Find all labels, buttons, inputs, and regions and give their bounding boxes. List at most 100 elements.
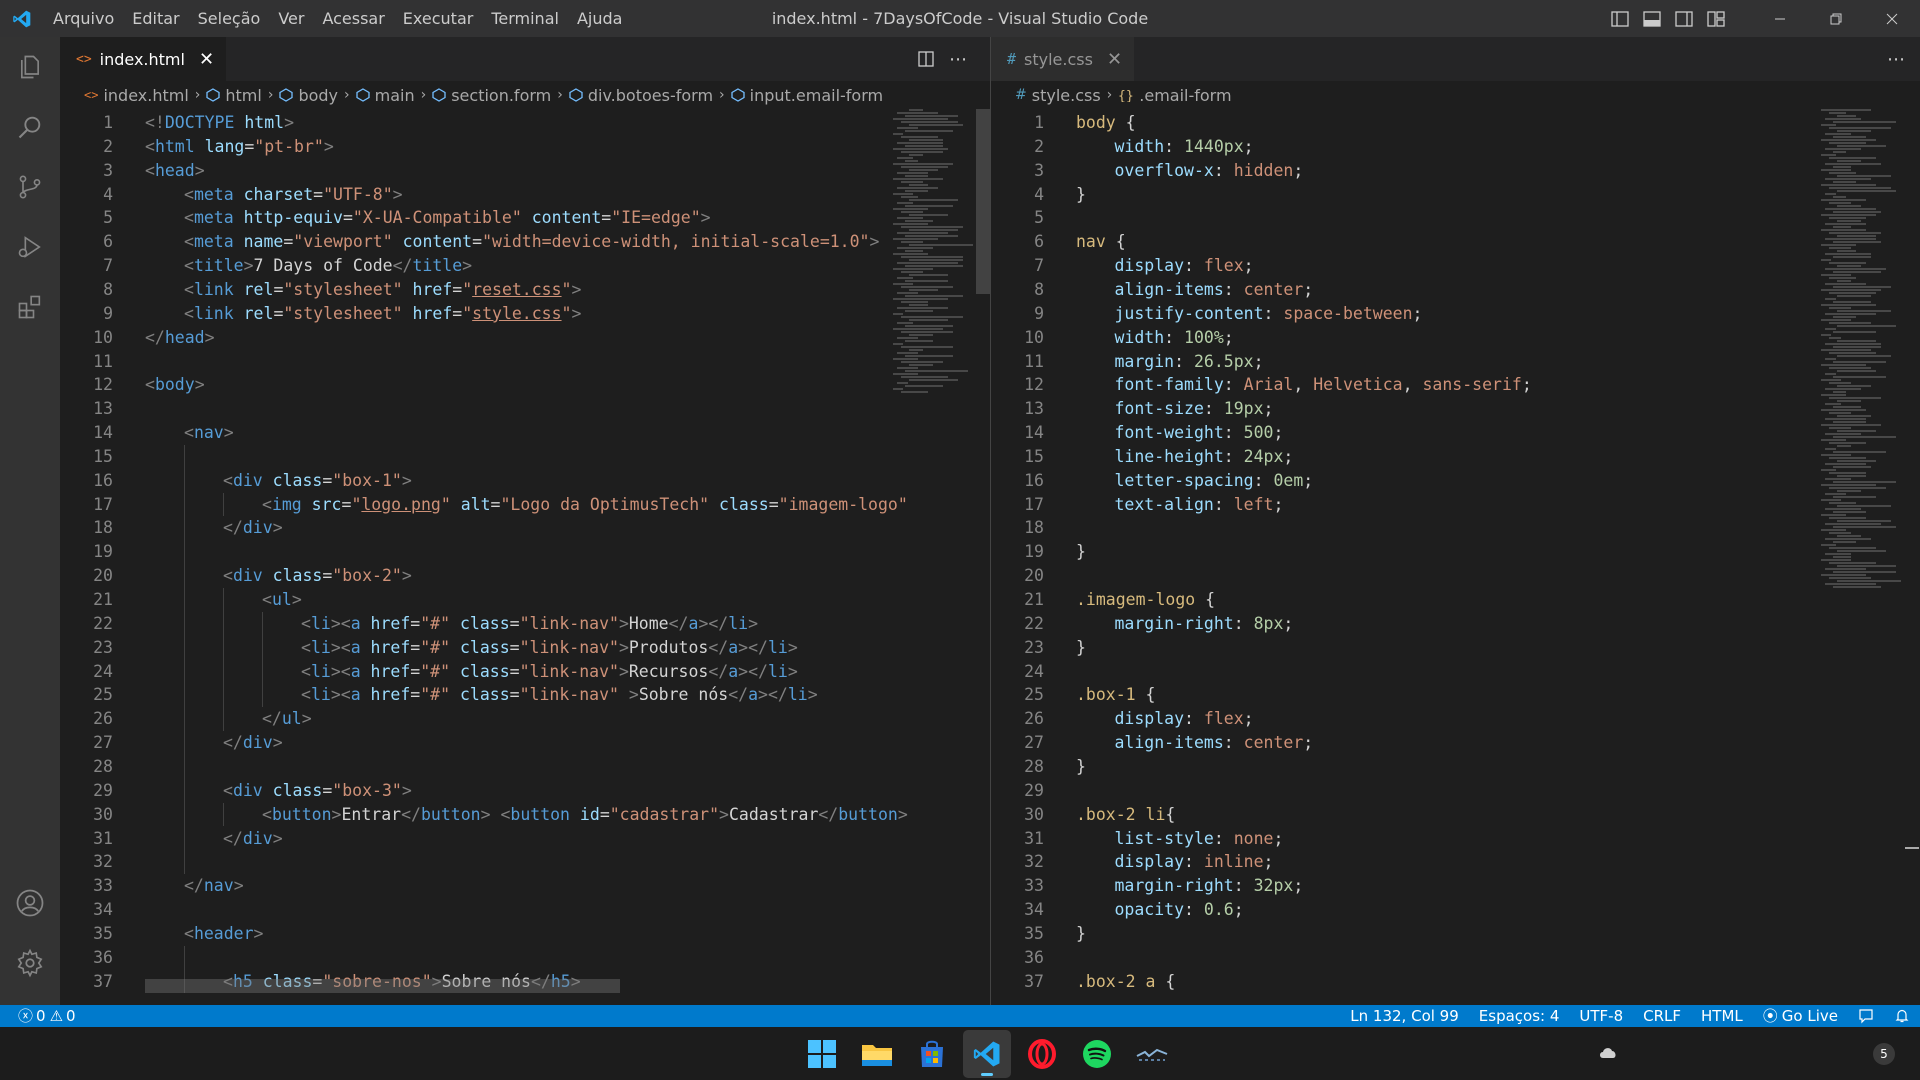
code-line[interactable]: 10 </head> [60,326,990,350]
code-line[interactable]: 16 <div class="box-1"> [60,469,990,493]
code-line[interactable]: 17 text-align: left; [991,493,1920,517]
code-line[interactable]: 19 [60,540,990,564]
onedrive-cloud-icon[interactable] [1598,1044,1618,1063]
code-line[interactable]: 31 </div> [60,827,990,851]
code-line[interactable]: 15 line-height: 24px; [991,445,1920,469]
cursor-position[interactable]: Ln 132, Col 99 [1340,1005,1468,1027]
menu-selecao[interactable]: Seleção [189,0,270,37]
code-line[interactable]: 3 <head> [60,159,990,183]
code-line[interactable]: 20 [991,564,1920,588]
code-line[interactable]: 7 <title>7 Days of Code</title> [60,254,990,278]
code-line[interactable]: 13 [60,397,990,421]
menu-editar[interactable]: Editar [123,0,188,37]
code-line[interactable]: 14 font-weight: 500; [991,421,1920,445]
menu-ajuda[interactable]: Ajuda [568,0,632,37]
breadcrumb-item[interactable]: section.form [432,86,551,105]
more-actions-icon[interactable]: ⋯ [1880,43,1912,75]
breadcrumb-item[interactable]: div.botoes-form [569,86,713,105]
run-debug-icon[interactable] [0,217,60,277]
vertical-scrollbar[interactable] [976,109,990,294]
breadcrumb-item[interactable]: <> index.html [84,86,189,105]
tab-index-html[interactable]: <> index.html ✕ [60,37,227,81]
code-line[interactable]: 24 [991,660,1920,684]
settings-gear-icon[interactable] [0,933,60,993]
code-line[interactable]: 25 .box-1 { [991,683,1920,707]
code-line[interactable]: 5 <meta http-equiv="X-UA-Compatible" cont… [60,206,990,230]
code-line[interactable]: 35} [991,922,1920,946]
search-icon[interactable] [0,97,60,157]
problems-indicator[interactable]: ⓧ 0 ⚠ 0 [18,1005,86,1027]
code-line[interactable]: 4 <meta charset="UTF-8"> [60,183,990,207]
code-line[interactable]: 31 list-style: none; [991,827,1920,851]
code-line[interactable]: 30 .box-2 li{ [991,803,1920,827]
code-line[interactable]: 34 opacity: 0.6; [991,898,1920,922]
code-line[interactable]: 22 margin-right: 8px; [991,612,1920,636]
go-live-button[interactable]: ⦿ Go Live [1753,1005,1848,1027]
encoding[interactable]: UTF-8 [1569,1005,1633,1027]
notifications-bell-icon[interactable] [1884,1008,1920,1024]
code-line[interactable]: 24 <li><a href="#" class="link-nav">Recur… [60,660,990,684]
code-line[interactable]: 15 [60,445,990,469]
code-line[interactable]: 23} [991,636,1920,660]
breadcrumb-item[interactable]: body [279,86,338,105]
close-tab-icon[interactable]: ✕ [199,49,214,70]
code-line[interactable]: 25 <li><a href="#" class="link-nav" >Sobr… [60,683,990,707]
explorer-icon[interactable] [0,37,60,97]
code-line[interactable]: 34 [60,898,990,922]
minimap[interactable] [1821,109,1901,609]
code-line[interactable]: 33 margin-right: 32px; [991,874,1920,898]
toggle-primary-sidebar-icon[interactable] [1604,0,1636,37]
code-line[interactable]: 7 display: flex; [991,254,1920,278]
code-line[interactable]: 14 <nav> [60,421,990,445]
microsoft-store-icon[interactable] [908,1030,956,1078]
code-line[interactable]: 4} [991,183,1920,207]
split-editor-icon[interactable] [910,43,942,75]
code-line[interactable]: 32 display: inline; [991,850,1920,874]
code-line[interactable]: 12 font-family: Arial, Helvetica, sans-se… [991,373,1920,397]
opera-icon[interactable] [1018,1030,1066,1078]
code-line[interactable]: 26 </ul> [60,707,990,731]
code-line[interactable]: 35 <header> [60,922,990,946]
code-line[interactable]: 6 nav { [991,230,1920,254]
windows-start-icon[interactable] [798,1030,846,1078]
menu-arquivo[interactable]: Arquivo [44,0,123,37]
code-line[interactable]: 29 <div class="box-3"> [60,779,990,803]
breadcrumb-item[interactable]: html [206,86,262,105]
restore-icon[interactable] [1808,0,1864,37]
toggle-panel-icon[interactable] [1636,0,1668,37]
code-line[interactable]: 8 <link rel="stylesheet" href="reset.css"… [60,278,990,302]
code-editor[interactable]: 1 <!DOCTYPE html> 2 <html lang="pt-br"> 3 <he… [60,109,990,1005]
account-icon[interactable] [0,873,60,933]
code-line[interactable]: 17 <img src="logo.png" alt="Logo da Optim… [60,493,990,517]
code-line[interactable]: 33 </nav> [60,874,990,898]
code-line[interactable]: 20 <div class="box-2"> [60,564,990,588]
code-line[interactable]: 2 <html lang="pt-br"> [60,135,990,159]
wallpaper-app-icon[interactable] [1128,1030,1176,1078]
customize-layout-icon[interactable] [1700,0,1732,37]
code-line[interactable]: 21 <ul> [60,588,990,612]
code-line[interactable]: 26 display: flex; [991,707,1920,731]
menu-terminal[interactable]: Terminal [482,0,568,37]
code-line[interactable]: 10 width: 100%; [991,326,1920,350]
menu-acessar[interactable]: Acessar [313,0,393,37]
code-line[interactable]: 1 <!DOCTYPE html> [60,111,990,135]
source-control-icon[interactable] [0,157,60,217]
code-line[interactable]: 8 align-items: center; [991,278,1920,302]
end-of-line[interactable]: CRLF [1633,1005,1691,1027]
indentation[interactable]: Espaços: 4 [1469,1005,1570,1027]
vscode-icon[interactable] [963,1030,1011,1078]
minimap[interactable] [893,109,973,409]
code-line[interactable]: 12 <body> [60,373,990,397]
breadcrumb-item[interactable]: {} .email-form [1118,86,1231,105]
code-line[interactable]: 2 width: 1440px; [991,135,1920,159]
code-line[interactable]: 21 .imagem-logo { [991,588,1920,612]
code-line[interactable]: 18 </div> [60,516,990,540]
code-line[interactable]: 36 [60,946,990,970]
code-line[interactable]: 18 [991,516,1920,540]
code-line[interactable]: 37 .box-2 a { [991,970,1920,994]
code-line[interactable]: 22 <li><a href="#" class="link-nav">Home<… [60,612,990,636]
code-line[interactable]: 5 [991,206,1920,230]
code-line[interactable]: 6 <meta name="viewport" content="width=de… [60,230,990,254]
toggle-secondary-sidebar-icon[interactable] [1668,0,1700,37]
file-explorer-icon[interactable] [853,1030,901,1078]
